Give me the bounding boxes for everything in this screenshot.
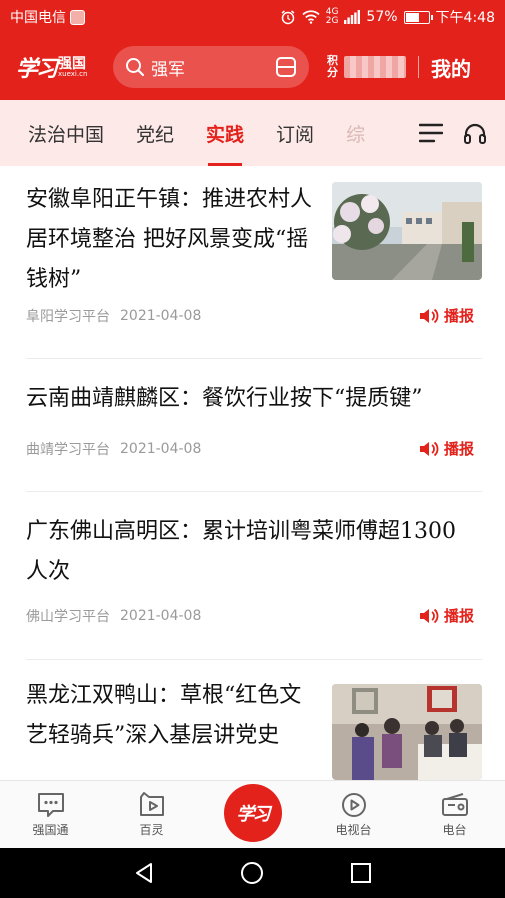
article-date: 2021-04-08 [120, 441, 202, 457]
xuexi-logo-icon: 学习 [223, 783, 282, 842]
wifi-icon [302, 10, 320, 24]
carrier: 中国电信 [10, 7, 85, 27]
alarm-icon [281, 10, 295, 25]
battery-percent: 57% [366, 9, 398, 25]
article-source[interactable]: 阜阳学习平台 [26, 306, 110, 326]
app-header: 学习 强国 xuexi.cn 强军 积 分 我的 [0, 34, 505, 100]
article-meta: 阜阳学习平台 2021-04-08 [26, 306, 201, 326]
tab-shijian[interactable]: 实践 [206, 100, 244, 166]
article-title[interactable]: 云南曲靖麒麟区：餐饮行业按下“提质键” [26, 379, 482, 419]
category-tabs: 法治中国 党纪 实践 订阅 综 [0, 100, 505, 166]
nav-label: 强国通 [32, 823, 69, 837]
article-thumbnail[interactable] [332, 684, 482, 780]
play-box-icon [139, 792, 164, 816]
menu-icon[interactable] [419, 123, 443, 143]
search-bar[interactable]: 强军 [113, 46, 309, 88]
broadcast-button[interactable]: 播报 [419, 305, 474, 326]
home-icon[interactable] [240, 861, 264, 885]
article-date: 2021-04-08 [120, 608, 202, 624]
logo-domain: xuexi.cn [58, 69, 88, 78]
back-icon[interactable] [132, 861, 156, 885]
nav-bailing[interactable]: 百灵 [101, 781, 202, 848]
logo-brush-text: 学习 [16, 56, 58, 82]
village-road-image [332, 182, 482, 280]
article-meta: 曲靖学习平台 2021-04-08 [26, 439, 201, 459]
nav-radio[interactable]: 电台 [404, 781, 505, 848]
system-nav-bar [0, 848, 505, 898]
scan-icon[interactable] [275, 56, 297, 78]
tab-dangji[interactable]: 党纪 [136, 100, 174, 166]
tab-partial[interactable]: 综 [346, 100, 365, 166]
nav-xuexi-home[interactable]: 学习 [202, 781, 303, 848]
article-title[interactable]: 黑龙江双鸭山：草根“红色文艺轻骑兵”深入基层讲党史 [26, 676, 316, 756]
article-thumbnail[interactable] [332, 182, 482, 280]
network-indicator: 4G 2G [326, 8, 339, 26]
broadcast-label: 播报 [443, 607, 474, 625]
battery-icon [403, 10, 433, 24]
xuexi-logo[interactable]: 学习 强国 xuexi.cn [16, 51, 111, 83]
logo-text: 强国 xuexi.cn [58, 57, 87, 78]
clock: 下午4:48 [435, 10, 495, 26]
recents-icon[interactable] [349, 861, 373, 885]
broadcast-label: 播报 [443, 307, 474, 325]
header-divider [418, 56, 419, 78]
speaker-icon [419, 308, 439, 323]
article-item[interactable]: 广东佛山高明区：累计培训粤菜师傅超1300人次 佛山学习平台 2021-04-0… [26, 492, 482, 660]
signal-icon [344, 10, 361, 24]
broadcast-button[interactable]: 播报 [419, 438, 474, 459]
radio-icon [441, 793, 468, 816]
nav-tv[interactable]: 电视台 [303, 781, 404, 848]
speaker-icon [419, 608, 439, 623]
nav-label: 百灵 [139, 823, 164, 837]
article-title[interactable]: 安徽阜阳正午镇：推进农村人居环境整治 把好风景变成“摇钱树” [26, 180, 316, 300]
bottom-nav: 强国通 百灵 学习 电视台 电台 [0, 780, 505, 848]
points-label: 积 分 [327, 54, 338, 79]
logo-sub-text: 强国 [58, 55, 87, 72]
tab-dingyue[interactable]: 订阅 [276, 100, 314, 166]
speaker-icon [419, 441, 439, 456]
nav-label: 电视台 [335, 823, 372, 837]
chat-bubble-icon [37, 793, 64, 817]
article-title[interactable]: 广东佛山高明区：累计培训粤菜师傅超1300人次 [26, 512, 466, 592]
points-value-blurred [344, 56, 406, 78]
headphones-icon[interactable] [463, 122, 487, 144]
article-source[interactable]: 曲靖学习平台 [26, 439, 110, 459]
article-source[interactable]: 佛山学习平台 [26, 606, 110, 626]
article-meta: 佛山学习平台 2021-04-08 [26, 606, 201, 626]
network-type-2g: 2G [325, 16, 339, 26]
article-date: 2021-04-08 [120, 308, 202, 324]
play-circle-icon [341, 793, 366, 817]
carrier-name: 中国电信 [10, 10, 66, 26]
notification-icon [70, 9, 85, 25]
broadcast-label: 播报 [443, 440, 474, 458]
nav-qiangguotong[interactable]: 强国通 [0, 781, 101, 848]
performance-image [332, 684, 482, 780]
status-icons: 4G 2G 57% 下午4:48 [280, 7, 495, 27]
status-bar: 中国电信 4G 2G 57% 下午4:48 [0, 0, 505, 34]
nav-label: 电台 [442, 823, 467, 837]
mine-button[interactable]: 我的 [431, 53, 471, 82]
battery-fill [405, 12, 420, 22]
article-item[interactable]: 黑龙江双鸭山：草根“红色文艺轻骑兵”深入基层讲党史 [26, 660, 482, 780]
tabs-actions [395, 100, 505, 166]
article-item[interactable]: 云南曲靖麒麟区：餐饮行业按下“提质键” 曲靖学习平台 2021-04-08 播报 [26, 359, 482, 492]
broadcast-button[interactable]: 播报 [419, 605, 474, 626]
article-feed: 安徽阜阳正午镇：推进农村人居环境整治 把好风景变成“摇钱树” 阜阳学习平台 20… [0, 166, 505, 780]
points-label-bottom: 分 [327, 66, 338, 79]
search-icon [126, 58, 145, 77]
search-input[interactable]: 强军 [151, 55, 275, 80]
points-area[interactable]: 积 分 [327, 54, 406, 79]
tab-fazhi[interactable]: 法治中国 [28, 100, 104, 166]
article-item[interactable]: 安徽阜阳正午镇：推进农村人居环境整治 把好风景变成“摇钱树” 阜阳学习平台 20… [26, 166, 482, 359]
